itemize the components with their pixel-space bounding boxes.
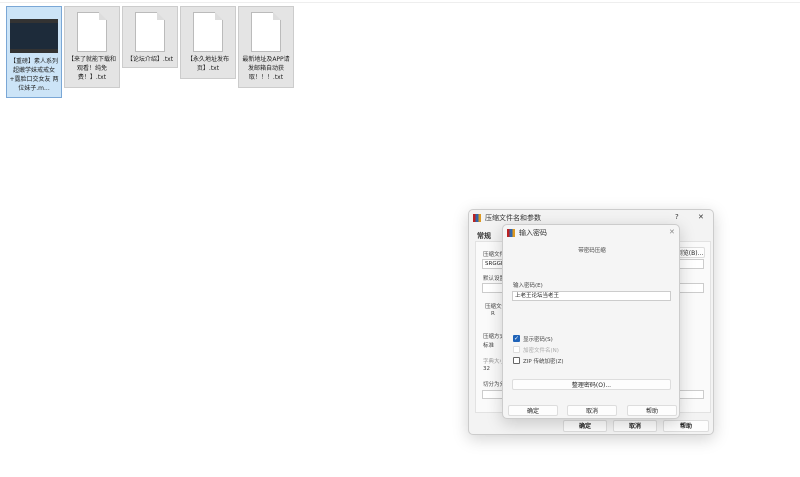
file-item-video[interactable]: 【重磅】素人系列 超嫩学妹戒戒女+露脸口交女友 两位妹子.m...	[6, 6, 62, 98]
zip-legacy-checkbox[interactable]	[513, 357, 520, 364]
winrar-icon	[507, 229, 515, 237]
dialog-heading: 带密码压缩	[578, 248, 606, 254]
file-name: 【重磅】素人系列 超嫩学妹戒戒女+露脸口交女友 两位妹子.m...	[9, 58, 59, 92]
password-input[interactable]: 上老王论坛当老王	[512, 291, 671, 301]
tab-general[interactable]: 常规	[477, 231, 491, 241]
method-select[interactable]: 标准	[483, 341, 494, 349]
divider	[0, 2, 800, 3]
file-item-txt[interactable]: 最新地址及APP请发邮箱自动获取！！！.txt	[238, 6, 294, 88]
text-file-icon	[77, 12, 107, 52]
file-item-txt[interactable]: 【论坛介绍】.txt	[122, 6, 178, 68]
dialog-title: 压缩文件名和参数	[485, 214, 541, 222]
help-button[interactable]: 帮助	[627, 405, 677, 416]
encrypt-names-label: 加密文件名(N)	[523, 348, 559, 354]
file-name: 【永久地址发布页】.txt	[186, 56, 229, 72]
text-file-icon	[193, 12, 223, 52]
help-button[interactable]: 帮助	[663, 420, 709, 432]
file-name: 【论坛介绍】.txt	[126, 56, 174, 63]
file-name: 【来了就能下载和观看！纯免费！】.txt	[67, 56, 116, 81]
close-icon[interactable]: ✕	[669, 228, 675, 236]
file-name: 最新地址及APP请发邮箱自动获取！！！.txt	[242, 56, 290, 81]
dialog-title: 输入密码	[519, 229, 547, 237]
text-file-icon	[135, 12, 165, 52]
video-thumbnail	[10, 19, 58, 53]
dict-select[interactable]: 32	[483, 366, 490, 372]
zip-legacy-label: ZIP 传统加密(Z)	[523, 359, 564, 365]
ok-button[interactable]: 确定	[508, 405, 558, 416]
show-password-checkbox[interactable]: ✓	[513, 335, 520, 342]
encrypt-names-checkbox[interactable]	[513, 346, 520, 353]
password-label: 输入密码(E)	[513, 283, 543, 289]
show-password-label: 显示密码(S)	[523, 337, 553, 343]
winrar-icon	[473, 214, 481, 222]
organize-passwords-button[interactable]: 整理密码(O)...	[512, 379, 671, 390]
password-dialog: 输入密码 ✕ 带密码压缩 输入密码(E) 上老王论坛当老王 ✓ 显示密码(S) …	[502, 224, 680, 419]
ok-button[interactable]: 确定	[563, 420, 607, 432]
close-icon[interactable]: ✕	[698, 213, 704, 221]
text-file-icon	[251, 12, 281, 52]
file-item-txt[interactable]: 【来了就能下载和观看！纯免费！】.txt	[64, 6, 120, 88]
file-item-txt[interactable]: 【永久地址发布页】.txt	[180, 6, 236, 79]
help-icon[interactable]: ?	[675, 213, 679, 221]
format-radio[interactable]: R	[491, 311, 495, 317]
cancel-button[interactable]: 取消	[613, 420, 657, 432]
cancel-button[interactable]: 取消	[567, 405, 617, 416]
